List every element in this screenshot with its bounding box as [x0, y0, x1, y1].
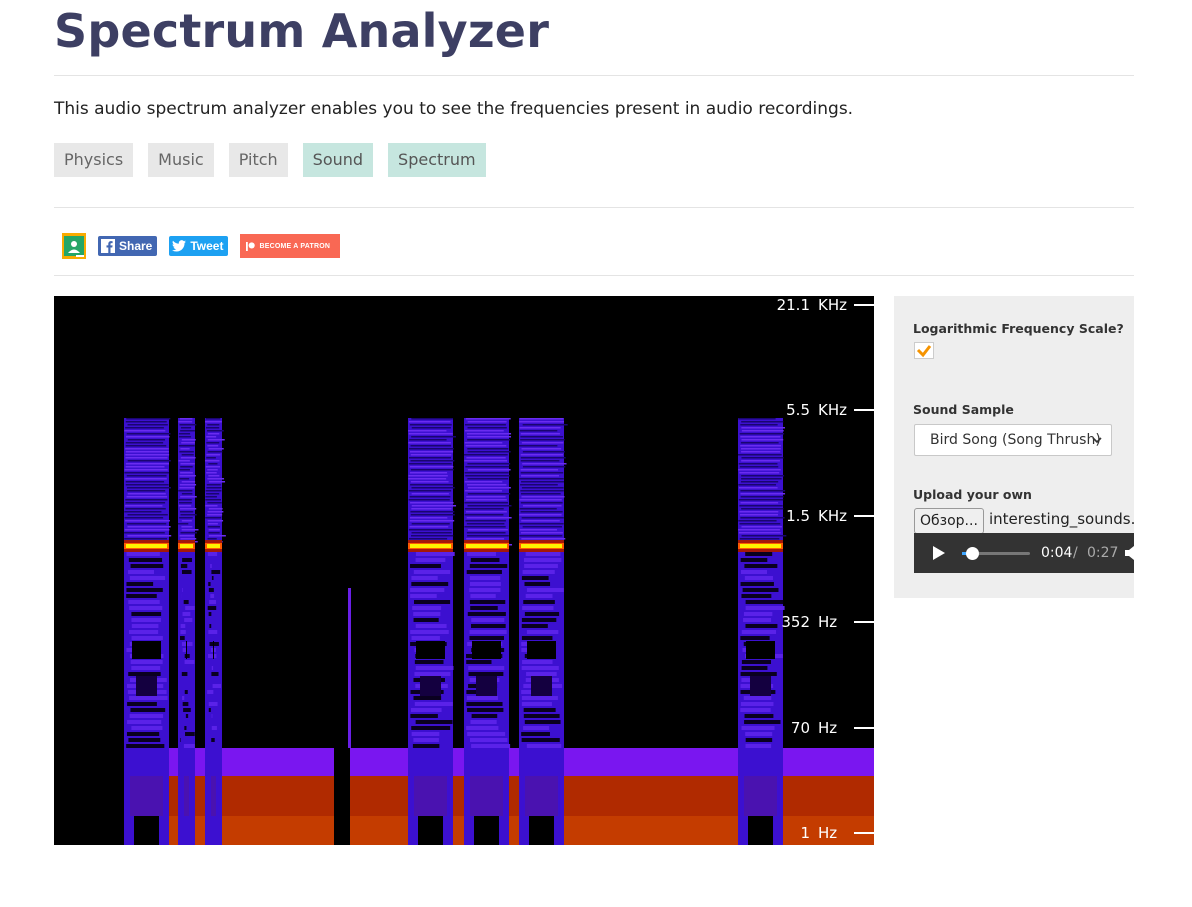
spectrogram-peak [180, 544, 193, 548]
log-scale-checkbox[interactable] [914, 342, 934, 359]
tag-music[interactable]: Music [148, 143, 214, 177]
checkmark-icon [916, 345, 932, 358]
divider [54, 75, 1134, 76]
twitter-bird-icon [172, 240, 187, 252]
tag-spectrum[interactable]: Spectrum [388, 143, 486, 177]
spectrogram-peak [521, 544, 562, 548]
divider [54, 207, 1134, 208]
file-browse-button[interactable]: Обзор... [914, 508, 984, 534]
share-label: Share [119, 239, 153, 253]
tag-list: Physics Music Pitch Sound Spectrum [54, 143, 501, 177]
social-bar: Share Tweet BECOME A PATRON [62, 233, 341, 259]
facebook-share-button[interactable]: Share [98, 236, 158, 256]
audio-seek-bar[interactable] [962, 547, 1030, 560]
sound-sample-value: Bird Song (Song Thrush) [930, 432, 1101, 448]
spectrogram-peak [410, 544, 451, 548]
tweet-button[interactable]: Tweet [169, 236, 229, 256]
controls-panel: Logarithmic Frequency Scale? Sound Sampl… [894, 296, 1134, 598]
chevron-down-icon [1092, 437, 1102, 444]
become-patron-button[interactable]: BECOME A PATRON [240, 234, 341, 258]
facebook-icon [101, 239, 115, 253]
page-description: This audio spectrum analyzer enables you… [54, 99, 854, 119]
spectrogram-column [348, 588, 351, 748]
divider [54, 275, 1134, 276]
log-scale-label: Logarithmic Frequency Scale? [913, 321, 1124, 336]
sound-sample-label: Sound Sample [913, 402, 1014, 417]
audio-time-separator: / [1073, 545, 1078, 561]
frequency-axis-label: 352 Hz [781, 613, 874, 631]
page-title: Spectrum Analyzer [54, 4, 550, 58]
volume-icon[interactable] [1124, 545, 1134, 561]
play-icon[interactable] [932, 545, 946, 561]
audio-player: 0:04 / 0:27 [914, 533, 1134, 573]
sound-sample-select[interactable]: Bird Song (Song Thrush) [914, 424, 1112, 456]
spectrogram-peak [126, 544, 167, 548]
patron-label: BECOME A PATRON [259, 242, 331, 250]
google-classroom-icon[interactable] [62, 233, 86, 259]
patreon-icon [246, 241, 256, 251]
audio-current-time: 0:04 [1041, 545, 1073, 561]
audio-total-time: 0:27 [1087, 545, 1119, 561]
upload-label: Upload your own [913, 487, 1032, 502]
frequency-axis-label: 21.1 KHz [777, 296, 874, 314]
tag-pitch[interactable]: Pitch [228, 143, 288, 177]
frequency-axis-label: 70 Hz [791, 719, 874, 737]
frequency-axis-label: 5.5 KHz [786, 401, 874, 419]
tweet-label: Tweet [190, 239, 224, 253]
spectrogram-peak [466, 544, 507, 548]
file-name: interesting_sounds. [989, 510, 1134, 528]
tag-sound[interactable]: Sound [302, 143, 374, 177]
frequency-axis-label: 1 Hz [800, 824, 874, 842]
spectrogram-gap [334, 748, 350, 845]
tag-physics[interactable]: Physics [54, 143, 134, 177]
spectrogram-canvas[interactable]: 21.1 KHz 5.5 KHz 1.5 KHz 352 Hz 70 Hz 1 … [54, 296, 874, 845]
spectrogram-image [124, 418, 874, 845]
spectrogram-peak [740, 544, 781, 548]
spectrogram-peak [207, 544, 220, 548]
audio-seek-thumb[interactable] [966, 547, 980, 560]
frequency-axis-label: 1.5 KHz [786, 507, 874, 525]
